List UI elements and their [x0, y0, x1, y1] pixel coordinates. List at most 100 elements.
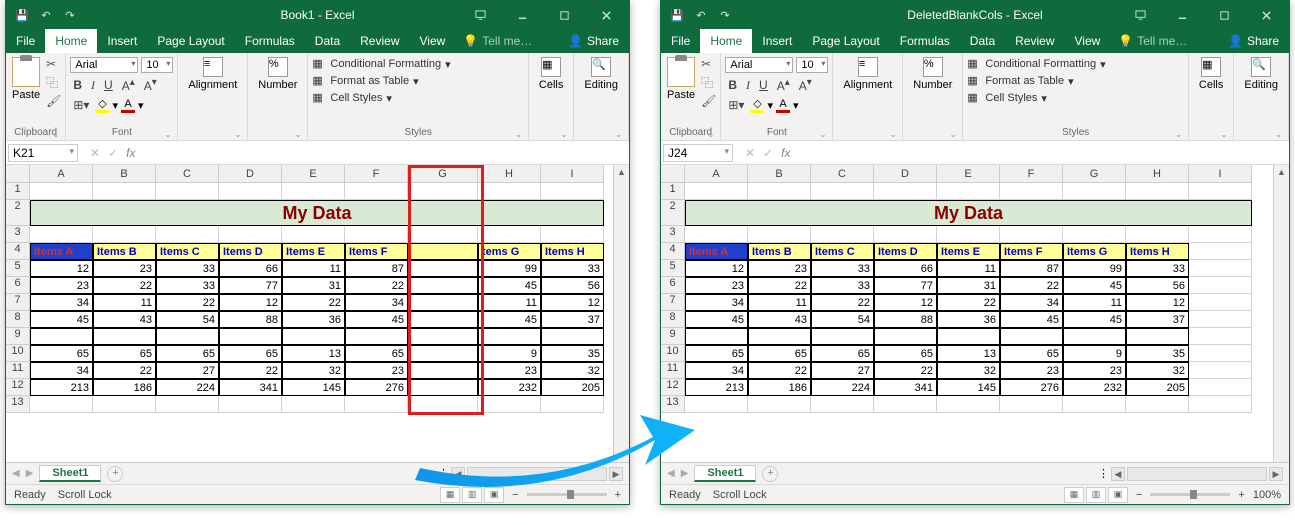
tell-me[interactable]: 💡 Tell me…: [455, 29, 540, 53]
maximize-icon[interactable]: [545, 4, 583, 26]
name-box[interactable]: J24: [663, 144, 733, 162]
font-color-button[interactable]: A: [776, 98, 790, 113]
borders-button[interactable]: ⊞▾: [70, 97, 92, 113]
number-button[interactable]: %Number: [252, 55, 303, 93]
data-cell[interactable]: 77: [874, 277, 937, 294]
data-cell[interactable]: 32: [541, 362, 604, 379]
underline-button[interactable]: U: [101, 77, 116, 93]
ribbon-options-icon[interactable]: [1121, 4, 1159, 26]
data-cell[interactable]: 13: [937, 345, 1000, 362]
row-header[interactable]: 7: [6, 294, 30, 311]
share-button[interactable]: 👤 Share: [1218, 29, 1289, 53]
tab-view[interactable]: View: [1065, 29, 1111, 53]
row-header[interactable]: 10: [661, 345, 685, 362]
cell[interactable]: [219, 396, 282, 413]
cell[interactable]: [811, 226, 874, 243]
data-cell[interactable]: [156, 328, 219, 345]
row-header[interactable]: 3: [6, 226, 30, 243]
data-cell[interactable]: [408, 311, 478, 328]
tab-formulas[interactable]: Formulas: [890, 29, 960, 53]
cell[interactable]: [1189, 226, 1252, 243]
italic-button[interactable]: I: [88, 77, 98, 94]
header-cell[interactable]: Items F: [1000, 243, 1063, 260]
cell[interactable]: [1000, 183, 1063, 200]
data-cell[interactable]: 11: [478, 294, 541, 311]
column-header[interactable]: H: [1126, 165, 1189, 183]
data-cell[interactable]: [408, 379, 478, 396]
cell[interactable]: [1189, 311, 1252, 328]
row-header[interactable]: 9: [6, 328, 30, 345]
tell-me[interactable]: 💡 Tell me…: [1110, 29, 1195, 53]
cell[interactable]: [1189, 362, 1252, 379]
tab-data[interactable]: Data: [960, 29, 1005, 53]
data-cell[interactable]: 22: [1000, 277, 1063, 294]
cell[interactable]: [1189, 345, 1252, 362]
cells-button[interactable]: ▦Cells: [533, 55, 569, 93]
column-header[interactable]: E: [937, 165, 1000, 183]
header-cell[interactable]: Items G: [1063, 243, 1126, 260]
data-cell[interactable]: 36: [937, 311, 1000, 328]
data-cell[interactable]: 33: [811, 277, 874, 294]
data-cell[interactable]: 23: [1063, 362, 1126, 379]
cell[interactable]: [93, 396, 156, 413]
data-cell[interactable]: 145: [282, 379, 345, 396]
cell[interactable]: [1189, 396, 1252, 413]
header-cell[interactable]: tems G: [478, 243, 541, 260]
ribbon-options-icon[interactable]: [461, 4, 499, 26]
data-cell[interactable]: 65: [30, 345, 93, 362]
data-cell[interactable]: 32: [282, 362, 345, 379]
cell[interactable]: [874, 183, 937, 200]
data-cell[interactable]: 65: [345, 345, 408, 362]
fill-color-button[interactable]: ◇: [750, 97, 764, 113]
data-cell[interactable]: 276: [345, 379, 408, 396]
data-cell[interactable]: 43: [748, 311, 811, 328]
format-as-table-button[interactable]: ▦Format as Table▾: [967, 74, 1105, 88]
add-sheet-button[interactable]: +: [107, 466, 123, 482]
alignment-button[interactable]: ≡Alignment: [837, 55, 898, 93]
data-cell[interactable]: 65: [748, 345, 811, 362]
data-cell[interactable]: 66: [219, 260, 282, 277]
fx-icon[interactable]: fx: [781, 146, 790, 160]
horizontal-scrollbar[interactable]: ⋮◀▶: [784, 467, 1283, 481]
data-cell[interactable]: [345, 328, 408, 345]
data-cell[interactable]: 11: [937, 260, 1000, 277]
row-header[interactable]: 1: [6, 183, 30, 200]
data-cell[interactable]: 34: [1000, 294, 1063, 311]
cell[interactable]: [93, 183, 156, 200]
zoom-level[interactable]: 100%: [1253, 489, 1281, 501]
data-cell[interactable]: 45: [1063, 277, 1126, 294]
cell[interactable]: [156, 183, 219, 200]
data-cell[interactable]: 11: [93, 294, 156, 311]
column-header[interactable]: C: [156, 165, 219, 183]
sheet-nav-prev-icon[interactable]: ◀: [12, 468, 20, 479]
data-cell[interactable]: 22: [937, 294, 1000, 311]
data-cell[interactable]: 12: [219, 294, 282, 311]
cell[interactable]: [345, 183, 408, 200]
data-cell[interactable]: 45: [478, 277, 541, 294]
spreadsheet-grid[interactable]: ABCDEFGHI 12345678910111213 My DataItems…: [661, 165, 1289, 462]
cell[interactable]: [1189, 328, 1252, 345]
column-header[interactable]: D: [874, 165, 937, 183]
cell[interactable]: [748, 183, 811, 200]
header-cell[interactable]: Items A: [685, 243, 748, 260]
tab-file[interactable]: File: [6, 29, 45, 53]
header-cell[interactable]: Items H: [1126, 243, 1189, 260]
underline-button[interactable]: U: [756, 77, 771, 93]
close-icon[interactable]: [1247, 4, 1285, 26]
column-header[interactable]: F: [345, 165, 408, 183]
header-cell[interactable]: Items B: [748, 243, 811, 260]
cell[interactable]: [30, 226, 93, 243]
name-box[interactable]: K21: [8, 144, 78, 162]
data-cell[interactable]: 22: [219, 362, 282, 379]
data-cell[interactable]: 45: [478, 311, 541, 328]
cell[interactable]: [937, 226, 1000, 243]
tab-page-layout[interactable]: Page Layout: [802, 29, 889, 53]
data-cell[interactable]: 37: [1126, 311, 1189, 328]
font-name-select[interactable]: Arial: [725, 57, 793, 73]
borders-button[interactable]: ⊞▾: [725, 97, 747, 113]
select-all-corner[interactable]: [661, 165, 685, 183]
row-header[interactable]: 5: [6, 260, 30, 277]
undo-icon[interactable]: ↶: [693, 7, 709, 23]
data-cell[interactable]: 87: [345, 260, 408, 277]
column-header[interactable]: B: [748, 165, 811, 183]
